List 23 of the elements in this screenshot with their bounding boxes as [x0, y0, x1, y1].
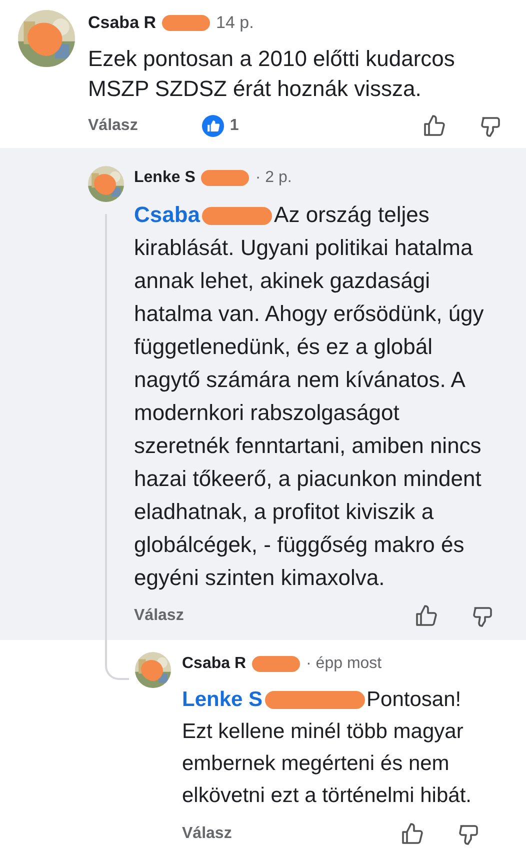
reply-button[interactable]: Válasz	[134, 604, 184, 628]
reply-button[interactable]: Válasz	[182, 822, 232, 846]
author-name[interactable]: Csaba R	[182, 652, 246, 676]
thumbs-up-icon[interactable]	[414, 604, 438, 628]
comment-text: Csaba Az ország teljes kirablását. Ugyani politikai hatalma annak lehet, akinek gazdasági hatalma van. Ahogy erősödünk, úgy függetlenedünk, és ez a globál nagytő számára nem kívánatos. A modernkori rabszolgaságot szeretnék fenntartani, amiben nincs hazai tőkeerő, a piacunkon mindent eladhatnak, a profitot kiviszik a globálcégek, - függőség makro és egyéni szinten kimaxolva.	[134, 200, 485, 592]
thumbs-up-icon[interactable]	[422, 114, 446, 138]
redaction-mark	[201, 170, 250, 186]
redaction-mark	[202, 206, 272, 225]
mention-link[interactable]: Csaba	[134, 202, 200, 226]
like-badge-icon	[202, 114, 224, 136]
reply-button[interactable]: Válasz	[88, 114, 138, 138]
comment-text: Ezek pontosan a 2010 előtti kudarcos MSZP SZDSZ érát hoznák vissza.	[88, 44, 456, 102]
thumbs-up-icon[interactable]	[400, 822, 424, 846]
timestamp: · épp most	[306, 654, 382, 674]
timestamp: · 2 p.	[255, 168, 292, 188]
redaction-mark	[162, 14, 210, 31]
reaction-count: 1	[230, 116, 239, 136]
redaction-mark	[252, 656, 300, 672]
author-name[interactable]: Lenke S	[134, 166, 196, 190]
comment-text: Lenke S Pontosan! Ezt kellene minél több magyar embernek megérteni és nem elkövetni ezt a történelmi hibát.	[182, 686, 472, 808]
mention-link[interactable]: Lenke S	[182, 688, 263, 710]
timestamp: 14 p.	[216, 12, 254, 34]
author-name[interactable]: Csaba R	[88, 10, 156, 36]
